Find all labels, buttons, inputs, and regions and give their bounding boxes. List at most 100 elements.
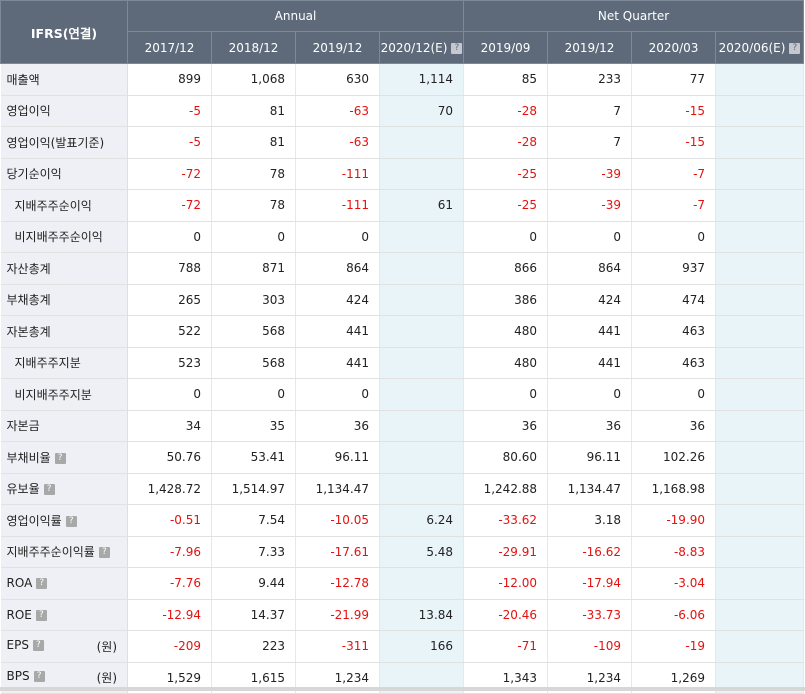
value-cell: [715, 315, 805, 348]
value-cell: 13.84: [379, 599, 465, 631]
row-label-text: 지배주주지분: [14, 356, 81, 371]
value-cell: 6.24: [379, 504, 465, 537]
row-label-text: 영업이익(발표기준): [6, 135, 105, 150]
period-header: 2019/12: [295, 31, 380, 64]
value-cell: [379, 441, 465, 474]
table-row: ROA? -7.76 9.44 -12.78 -12.00 -17.94 -3.04: [0, 567, 805, 600]
value-cell: -25: [463, 189, 549, 222]
row-label-text: BPS: [6, 669, 30, 684]
value-cell: 50.76: [127, 441, 212, 474]
help-icon[interactable]: ?: [33, 671, 45, 683]
table-row: 당기순이익 -72 78 -111 -25 -39 -7: [0, 158, 805, 190]
value-cell: [715, 284, 805, 316]
row-label: 영업이익: [0, 95, 128, 127]
row-label-text: 당기순이익: [6, 167, 62, 182]
value-cell: [379, 252, 465, 285]
help-icon[interactable]: ?: [54, 452, 66, 464]
value-cell: 9.44: [211, 567, 296, 600]
help-icon[interactable]: ?: [36, 578, 48, 590]
row-label-text: 지배주주순이익률: [6, 545, 95, 560]
value-cell: 7.54: [211, 504, 296, 537]
period-label: 2018/12: [228, 40, 279, 55]
row-label: EPS? (원): [0, 630, 128, 663]
row-label-text: 자본총계: [6, 324, 51, 339]
value-cell: -21.99: [295, 599, 380, 631]
value-cell: 1,114: [379, 63, 465, 96]
value-cell: 441: [547, 315, 633, 348]
period-header: 2020/03: [631, 31, 717, 64]
value-cell: [715, 378, 805, 411]
value-cell: -29.91: [463, 536, 549, 568]
net-quarter-header: Net Quarter: [463, 0, 805, 32]
value-cell: -16.62: [547, 536, 633, 568]
help-icon[interactable]: ?: [65, 515, 77, 527]
value-cell: 424: [295, 284, 380, 316]
value-cell: 937: [631, 252, 717, 285]
table-row: 자본금 34 35 36 36 36 36: [0, 410, 805, 442]
horizontal-scrollbar[interactable]: [0, 687, 805, 691]
value-cell: 3.18: [547, 504, 633, 537]
value-cell: -7: [631, 189, 717, 222]
period-label: 2019/12: [564, 40, 615, 55]
value-cell: -111: [295, 189, 380, 222]
value-cell: -8.83: [631, 536, 717, 568]
value-cell: [715, 473, 805, 505]
value-cell: [715, 599, 805, 631]
value-cell: -7: [631, 158, 717, 190]
value-cell: [715, 158, 805, 190]
value-cell: 630: [295, 63, 380, 96]
value-cell: [715, 441, 805, 474]
help-icon[interactable]: ?: [32, 639, 44, 651]
value-cell: -111: [295, 158, 380, 190]
table-row: 비지배주주순이익 0 0 0 0 0 0: [0, 221, 805, 253]
value-cell: 1,134.47: [295, 473, 380, 505]
unit-label: (원): [96, 639, 117, 654]
help-icon[interactable]: ?: [789, 42, 801, 54]
value-cell: 899: [127, 63, 212, 96]
value-cell: -7.96: [127, 536, 212, 568]
value-cell: 7: [547, 95, 633, 127]
value-cell: [715, 189, 805, 222]
value-cell: 0: [211, 378, 296, 411]
value-cell: 80.60: [463, 441, 549, 474]
row-label: 당기순이익: [0, 158, 128, 190]
value-cell: -33.62: [463, 504, 549, 537]
row-label-text: 자산총계: [6, 261, 51, 276]
value-cell: [379, 315, 465, 348]
value-cell: [379, 567, 465, 600]
value-cell: 7: [547, 126, 633, 159]
value-cell: 866: [463, 252, 549, 285]
period-label: 2020/03: [648, 40, 699, 55]
period-header: 2019/12: [547, 31, 633, 64]
value-cell: [715, 126, 805, 159]
value-cell: 441: [295, 347, 380, 379]
value-cell: 0: [631, 378, 717, 411]
table-row: 매출액 899 1,068 630 1,114 85 233 77: [0, 63, 805, 96]
row-label-text: EPS: [6, 637, 29, 652]
value-cell: -28: [463, 126, 549, 159]
help-icon[interactable]: ?: [451, 42, 463, 54]
table-body: 매출액 899 1,068 630 1,114 85 233 77 영업이익 -5 81 -63 70-…: [0, 63, 805, 694]
value-cell: 480: [463, 315, 549, 348]
value-cell: 0: [295, 221, 380, 253]
value-cell: 463: [631, 347, 717, 379]
value-cell: [715, 536, 805, 568]
help-icon[interactable]: ?: [43, 484, 55, 496]
period-label: 2019/09: [480, 40, 531, 55]
table-row: 지배주주지분 523 568 441 480 441 463: [0, 347, 805, 379]
value-cell: 96.11: [547, 441, 633, 474]
row-label-text: 비지배주주순이익: [14, 230, 103, 245]
row-label-text: 매출액: [6, 72, 40, 87]
value-cell: 0: [463, 378, 549, 411]
period-label: 2019/12: [312, 40, 363, 55]
row-label: 부채비율?: [0, 441, 128, 474]
help-icon[interactable]: ?: [98, 547, 110, 559]
value-cell: [715, 630, 805, 663]
row-label: 자본총계: [0, 315, 128, 348]
help-icon[interactable]: ?: [35, 609, 47, 621]
row-label: 부채총계: [0, 284, 128, 316]
value-cell: -10.05: [295, 504, 380, 537]
value-cell: 864: [547, 252, 633, 285]
table-row: 자본총계 522 568 441 480 441 463: [0, 315, 805, 348]
value-cell: 70: [379, 95, 465, 127]
